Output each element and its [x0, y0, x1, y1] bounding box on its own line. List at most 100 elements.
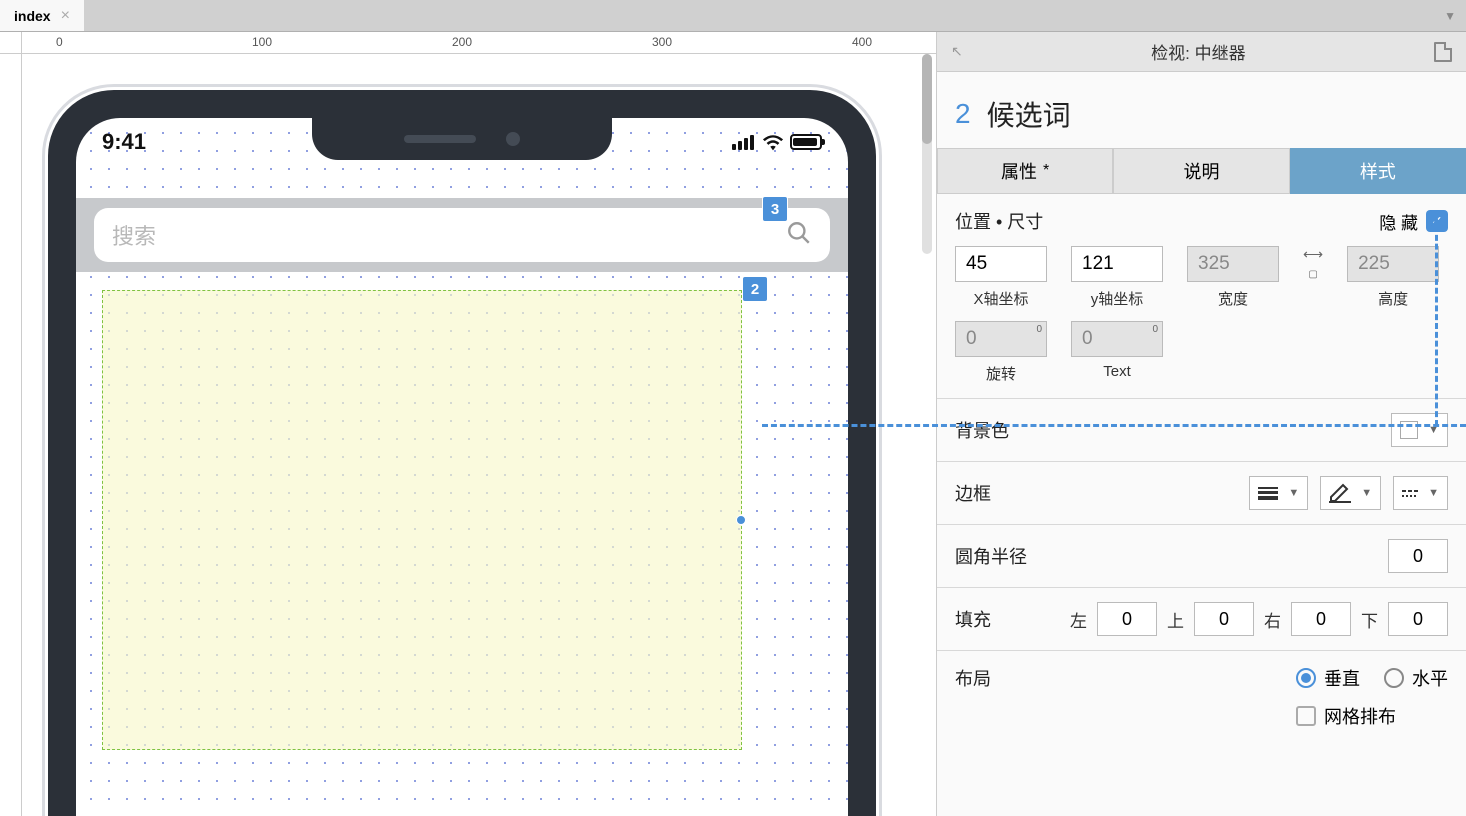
layout-grid-label: 网格排布	[1324, 703, 1396, 729]
pad-top-input[interactable]	[1194, 602, 1254, 636]
ruler-corner	[0, 32, 22, 54]
layout-horizontal-radio[interactable]: 水平	[1384, 665, 1448, 691]
tab-notes[interactable]: 说明	[1113, 148, 1289, 194]
tab-label: index	[14, 8, 51, 24]
chevron-down-icon: ▼	[1288, 487, 1299, 499]
chevron-down-icon: ▼	[1428, 487, 1439, 499]
ruler-mark: 100	[252, 35, 272, 49]
checkbox-icon	[1296, 706, 1316, 726]
rotation-label: 旋转	[986, 363, 1016, 384]
tab-index[interactable]: index ×	[0, 0, 84, 31]
tab-properties[interactable]: 属性 *	[937, 148, 1113, 194]
section-border: 边框 ▼ ▼ ▼	[937, 462, 1466, 525]
tab-style-label: 样式	[1360, 158, 1396, 184]
line-style-icon	[1402, 490, 1418, 497]
radius-label: 圆角半径	[955, 543, 1027, 569]
repeater-widget[interactable]	[102, 290, 742, 750]
widget-name-row: 2 候选词	[937, 72, 1466, 148]
line-weight-icon	[1258, 487, 1278, 500]
phone-frame: 9:41	[42, 84, 882, 816]
width-input	[1187, 246, 1279, 282]
radio-icon	[1384, 668, 1404, 688]
document-icon[interactable]	[1434, 42, 1452, 62]
pad-bottom-label: 下	[1361, 607, 1378, 632]
y-input[interactable]	[1071, 246, 1163, 282]
speaker-icon	[404, 135, 476, 143]
chevron-down-icon: ▼	[1361, 487, 1372, 499]
section-padding: 填充 左 上 右 下	[937, 588, 1466, 651]
footnote-badge-2[interactable]: 2	[742, 276, 768, 302]
tab-close-icon[interactable]: ×	[61, 7, 70, 25]
background-color-picker[interactable]: ▼	[1391, 413, 1448, 447]
pad-right-label: 右	[1264, 607, 1281, 632]
ruler-mark: 400	[852, 35, 872, 49]
battery-icon	[790, 134, 822, 150]
section-radius: 圆角半径	[937, 525, 1466, 588]
layout-vertical-radio[interactable]: 垂直	[1296, 665, 1360, 691]
x-label: X轴坐标	[973, 288, 1028, 309]
search-input[interactable]: 搜索	[94, 208, 830, 262]
section-background: 背景色 ▼	[937, 399, 1466, 462]
widget-count: 2	[955, 98, 971, 130]
notch	[312, 118, 612, 160]
width-label: 宽度	[1218, 288, 1248, 309]
section-layout: 布局 垂直 水平 网格排布	[937, 651, 1466, 743]
tab-properties-label: 属性	[1001, 158, 1037, 184]
height-input	[1347, 246, 1439, 282]
lock-aspect-icon[interactable]: ⟷▢	[1303, 246, 1323, 309]
height-label: 高度	[1378, 288, 1408, 309]
tab-menu-chevron-icon[interactable]: ▼	[1444, 9, 1456, 23]
tab-strip: ▼	[84, 0, 1466, 31]
pad-right-input[interactable]	[1291, 602, 1351, 636]
border-style-picker[interactable]: ▼	[1393, 476, 1448, 510]
pencil-icon	[1329, 483, 1351, 503]
text-rotation-input	[1071, 321, 1163, 357]
inspector-title: 检视: 中继器	[1151, 39, 1245, 64]
ruler-mark: 300	[652, 35, 672, 49]
pad-top-label: 上	[1167, 607, 1184, 632]
pad-bottom-input[interactable]	[1388, 602, 1448, 636]
ruler-mark: 200	[452, 35, 472, 49]
ruler-vertical	[0, 54, 22, 816]
y-label: y轴坐标	[1091, 288, 1144, 309]
pad-left-input[interactable]	[1097, 602, 1157, 636]
popout-icon[interactable]: ↖	[951, 43, 963, 60]
layout-label: 布局	[955, 665, 991, 691]
hidden-label: 隐 藏	[1379, 209, 1418, 234]
background-label: 背景色	[955, 417, 1009, 443]
border-width-picker[interactable]: ▼	[1249, 476, 1308, 510]
search-icon	[786, 220, 812, 251]
layout-grid-checkbox[interactable]: 网格排布	[1296, 703, 1448, 729]
search-placeholder: 搜索	[112, 219, 156, 251]
tab-dirty-indicator: *	[1043, 162, 1049, 180]
rotation-input	[955, 321, 1047, 357]
pad-left-label: 左	[1070, 607, 1087, 632]
annotation-connector	[1435, 226, 1438, 426]
search-bar-wrap: 搜索	[76, 198, 848, 272]
widget-name-input[interactable]: 候选词	[987, 94, 1071, 134]
layout-horizontal-label: 水平	[1412, 665, 1448, 691]
position-title: 位置 • 尺寸	[955, 208, 1043, 234]
tab-bar: index × ▼	[0, 0, 1466, 32]
padding-label: 填充	[955, 606, 991, 632]
annotation-connector	[762, 424, 1466, 427]
wifi-icon	[762, 134, 782, 150]
section-position: 位置 • 尺寸 隐 藏 ✓ X轴坐标 y轴坐标 宽度	[937, 194, 1466, 399]
x-input[interactable]	[955, 246, 1047, 282]
border-label: 边框	[955, 480, 991, 506]
footnote-badge-3[interactable]: 3	[762, 196, 788, 222]
canvas[interactable]: 9:41	[22, 54, 936, 816]
annotation-arrow-icon	[1430, 218, 1444, 228]
inspector-header: ↖ 检视: 中继器	[937, 32, 1466, 72]
camera-icon	[506, 132, 520, 146]
tab-notes-label: 说明	[1183, 158, 1219, 184]
tab-style[interactable]: 样式	[1290, 148, 1466, 194]
ruler-mark: 0	[56, 35, 63, 49]
selection-handle[interactable]	[736, 515, 746, 525]
radius-input[interactable]	[1388, 539, 1448, 573]
scrollbar-thumb[interactable]	[922, 54, 932, 144]
radio-checked-icon	[1296, 668, 1316, 688]
text-rotation-label: Text	[1103, 363, 1131, 380]
signal-icon	[732, 135, 754, 150]
border-color-picker[interactable]: ▼	[1320, 476, 1381, 510]
